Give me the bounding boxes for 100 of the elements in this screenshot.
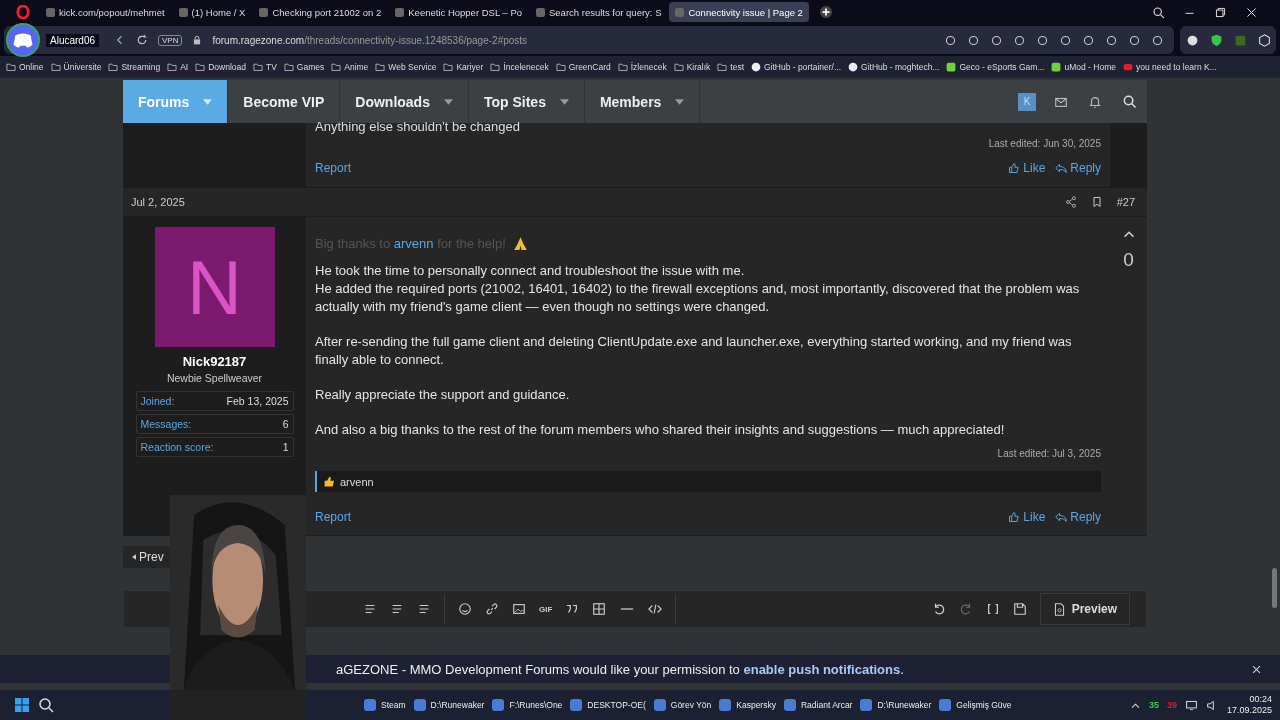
report-link[interactable]: Report xyxy=(315,510,352,524)
format-icon[interactable] xyxy=(417,602,431,616)
caret-icon[interactable] xyxy=(675,98,685,105)
search-icon[interactable] xyxy=(38,697,54,713)
toolbar-icon[interactable] xyxy=(1082,33,1095,47)
post-number[interactable]: #27 xyxy=(1116,196,1135,208)
image-icon[interactable] xyxy=(512,602,526,616)
format-icon[interactable] xyxy=(390,602,404,616)
bookmark[interactable]: İncelenecek xyxy=(490,62,549,72)
bookmark[interactable]: test xyxy=(717,62,744,72)
share-icon[interactable] xyxy=(1064,196,1077,208)
smiley-icon[interactable] xyxy=(458,602,472,616)
toolbar-icon[interactable] xyxy=(1036,33,1049,47)
reactions-bar[interactable]: arvenn xyxy=(315,471,1101,492)
prev-button[interactable]: Prev xyxy=(123,546,173,568)
close-icon[interactable] xyxy=(1245,5,1258,19)
taskbar-app[interactable]: Radiant Arcar xyxy=(783,699,853,711)
reload-icon[interactable] xyxy=(136,34,148,46)
taskbar-app[interactable]: Steam xyxy=(364,699,406,711)
extension-icon[interactable] xyxy=(1185,33,1199,47)
bookmark[interactable]: you need to learn K... xyxy=(1122,62,1217,72)
bookmark[interactable]: İzlenecek xyxy=(617,62,667,72)
toolbar-icon[interactable] xyxy=(967,33,980,47)
app-icon xyxy=(653,699,666,711)
browser-tab[interactable]: kick.com/popout/mehmet xyxy=(40,2,171,22)
new-tab-icon[interactable] xyxy=(818,5,833,19)
mention-link[interactable]: arvenn xyxy=(393,236,434,251)
avatar-icon[interactable] xyxy=(6,23,40,57)
toolbar-icon[interactable] xyxy=(1059,33,1072,47)
toolbar-icon[interactable] xyxy=(990,33,1003,47)
brackets-icon[interactable] xyxy=(985,602,1000,616)
post-date[interactable]: Jul 2, 2025 xyxy=(131,196,185,208)
search-icon[interactable] xyxy=(1152,5,1165,19)
address-field[interactable]: forum.ragezone.com/threads/connectivity-issue.1248536/page-2#posts xyxy=(212,34,528,46)
bookmark[interactable]: Download xyxy=(195,62,246,72)
taskbar-app[interactable]: F:\Runes\One xyxy=(492,699,563,711)
close-icon[interactable] xyxy=(1251,663,1262,675)
bookmark[interactable]: AI xyxy=(167,62,189,72)
browser-tab[interactable]: Connectivity issue | Page 2 xyxy=(669,2,809,22)
report-link[interactable]: Report xyxy=(315,161,352,175)
username[interactable]: Nick92187 xyxy=(182,354,247,369)
bookmark[interactable]: GreenCard xyxy=(555,62,611,72)
bookmark[interactable]: Streaming xyxy=(108,62,161,72)
vpn-badge[interactable]: VPN xyxy=(158,34,183,46)
redo-icon[interactable] xyxy=(958,602,973,616)
gif-button[interactable]: GIF xyxy=(539,604,553,614)
bookmark[interactable]: Anime xyxy=(331,62,369,72)
toolbar-icon[interactable] xyxy=(1151,33,1164,47)
bookmark[interactable]: Kiralık xyxy=(673,62,711,72)
link-icon[interactable] xyxy=(485,602,499,616)
folder-icon xyxy=(375,62,386,72)
bookmark[interactable]: GitHub - portainer/... xyxy=(751,62,841,72)
like-link[interactable]: Like xyxy=(1008,161,1046,175)
code-icon[interactable] xyxy=(648,602,663,616)
bookmark[interactable]: Geco - eSports Gam... xyxy=(946,62,1045,72)
toolbar-icon[interactable] xyxy=(1105,33,1118,47)
bookmark-icon[interactable] xyxy=(1090,196,1103,208)
taskbar-app[interactable]: Görev Yön xyxy=(653,699,712,711)
browser-logo-icon[interactable] xyxy=(16,5,30,19)
toolbar-icon[interactable] xyxy=(1128,33,1141,47)
bookmark[interactable]: Online xyxy=(6,62,44,72)
clock[interactable]: 00:24 17.09.2025 xyxy=(1226,694,1272,716)
reply-link[interactable]: Reply xyxy=(1055,161,1101,175)
bookmark[interactable]: Games xyxy=(283,62,325,72)
reply-link[interactable]: Reply xyxy=(1055,510,1101,524)
folder-icon xyxy=(108,62,119,72)
search-icon[interactable] xyxy=(1122,94,1137,109)
caret-icon[interactable] xyxy=(559,98,569,105)
browser-tab[interactable]: Keenetic Hopper DSL – Po xyxy=(389,2,528,22)
bookmark[interactable]: TV xyxy=(252,62,277,72)
bookmark[interactable]: uMod - Home xyxy=(1051,62,1116,72)
save-icon[interactable] xyxy=(1012,602,1027,616)
restore-icon[interactable] xyxy=(1214,5,1227,19)
toolbar-icon[interactable] xyxy=(944,33,957,47)
bookmark[interactable]: Web Service xyxy=(375,62,437,72)
browser-tab[interactable]: Search results for query: S xyxy=(530,2,668,22)
cube-icon[interactable] xyxy=(1257,33,1271,47)
network-icon[interactable] xyxy=(1184,698,1198,712)
bookmark[interactable]: Kariyer xyxy=(443,62,484,72)
browser-tab[interactable]: Checking port 21002 on 2 xyxy=(253,2,388,22)
browser-tab[interactable]: (1) Home / X xyxy=(172,2,252,22)
taskbar-app[interactable]: DESKTOP-OE( xyxy=(570,699,646,711)
table-icon[interactable] xyxy=(592,602,607,616)
tray-reading[interactable]: 35 xyxy=(1148,700,1159,710)
preview-button[interactable]: Preview xyxy=(1039,593,1130,625)
taskbar-app[interactable]: Kaspersky xyxy=(719,699,776,711)
play-icon xyxy=(1122,62,1133,72)
bell-icon[interactable] xyxy=(1088,94,1102,109)
like-link[interactable]: Like xyxy=(1008,510,1046,524)
bookmark[interactable]: Üniversite xyxy=(50,62,102,72)
start-icon[interactable] xyxy=(14,697,30,713)
format-icon[interactable] xyxy=(363,602,377,616)
shield-icon[interactable] xyxy=(1209,33,1223,47)
scrollbar-thumb[interactable] xyxy=(1272,568,1277,608)
taskbar-app[interactable]: Gelişmiş Güve xyxy=(939,699,1012,711)
taskbar-app[interactable]: D:\Runewaker xyxy=(413,699,485,711)
bookmark[interactable]: GitHub - moghtech... xyxy=(848,62,940,72)
taskbar-app[interactable]: D:\Runewaker xyxy=(860,699,932,711)
caret-icon[interactable] xyxy=(443,98,453,105)
toolbar-icon[interactable] xyxy=(1013,33,1026,47)
